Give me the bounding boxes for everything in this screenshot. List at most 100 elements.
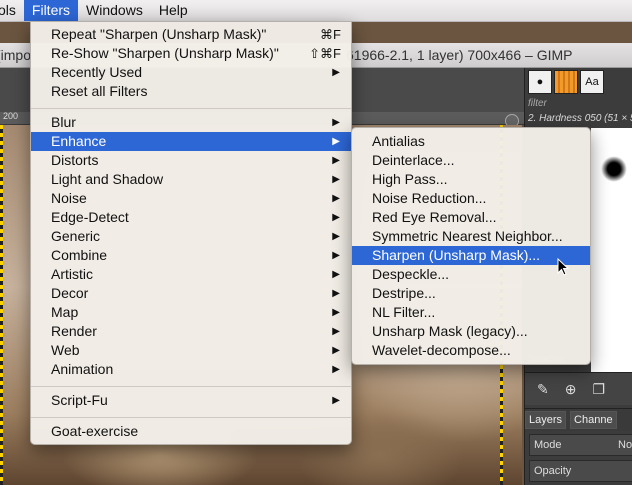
- mode-field[interactable]: Mode Nor: [529, 434, 632, 456]
- brush-preview[interactable]: [601, 156, 627, 182]
- menu-item-label: High Pass...: [372, 171, 448, 187]
- menu-item-label: Goat-exercise: [51, 423, 139, 439]
- submenu-arrow-icon: ▶: [332, 136, 340, 147]
- mode-label: Mode: [534, 439, 562, 451]
- menu-item-label: Edge-Detect: [51, 209, 129, 225]
- submenu-arrow-icon: ▶: [332, 269, 340, 280]
- dock-tabs: ● Aa: [525, 70, 632, 94]
- edit-icon[interactable]: ✎: [537, 381, 549, 398]
- menu-item-light-and-shadow[interactable]: Light and Shadow ▶: [31, 170, 351, 189]
- submenu-arrow-icon: ▶: [332, 155, 340, 166]
- menu-item-label: Light and Shadow: [51, 171, 164, 187]
- submenu-arrow-icon: ▶: [332, 231, 340, 242]
- menu-item-unsharp-mask-legacy[interactable]: Unsharp Mask (legacy)...: [352, 322, 590, 341]
- menu-item-enhance[interactable]: Enhance ▶: [31, 132, 351, 151]
- menu-item-blur[interactable]: Blur ▶: [31, 113, 351, 132]
- menu-separator: [31, 417, 351, 418]
- menu-item-label: Repeat "Sharpen (Unsharp Mask)": [51, 26, 267, 42]
- menu-item-antialias[interactable]: Antialias: [352, 132, 590, 151]
- menu-item-symmetric-nearest-neighbor[interactable]: Symmetric Nearest Neighbor...: [352, 227, 590, 246]
- menu-item-artistic[interactable]: Artistic ▶: [31, 265, 351, 284]
- submenu-arrow-icon: ▶: [332, 117, 340, 128]
- brush-icon[interactable]: ●: [528, 70, 552, 94]
- new-icon[interactable]: ⊕: [565, 381, 577, 398]
- menu-item-label: NL Filter...: [372, 304, 436, 320]
- menu-item-label: Decor: [51, 285, 89, 301]
- submenu-arrow-icon: ▶: [332, 174, 340, 185]
- tab-channels[interactable]: Channe: [570, 411, 617, 429]
- submenu-arrow-icon: ▶: [332, 364, 340, 375]
- menu-tools[interactable]: ols: [0, 0, 24, 21]
- menu-item-repeat[interactable]: Repeat "Sharpen (Unsharp Mask)" ⌘F: [31, 25, 351, 44]
- menu-item-recently-used[interactable]: Recently Used ▶: [31, 63, 351, 82]
- menu-item-web[interactable]: Web ▶: [31, 341, 351, 360]
- menu-item-wavelet-decompose[interactable]: Wavelet-decompose...: [352, 341, 590, 360]
- menu-item-high-pass[interactable]: High Pass...: [352, 170, 590, 189]
- menu-filters[interactable]: Filters: [23, 0, 79, 21]
- submenu-arrow-icon: ▶: [332, 288, 340, 299]
- menu-item-nl-filter[interactable]: NL Filter...: [352, 303, 590, 322]
- menu-item-deinterlace[interactable]: Deinterlace...: [352, 151, 590, 170]
- pattern-icon[interactable]: [554, 70, 578, 94]
- menu-item-edge-detect[interactable]: Edge-Detect ▶: [31, 208, 351, 227]
- menu-item-label: Map: [51, 304, 79, 320]
- filters-menu: Repeat "Sharpen (Unsharp Mask)" ⌘F Re-Sh…: [30, 21, 352, 445]
- menu-item-noise-reduction[interactable]: Noise Reduction...: [352, 189, 590, 208]
- shortcut-label: ⌘F: [320, 27, 341, 42]
- menu-item-reshow[interactable]: Re-Show "Sharpen (Unsharp Mask)" ⇧⌘F: [31, 44, 351, 63]
- submenu-arrow-icon: ▶: [332, 250, 340, 261]
- menu-item-label: Distorts: [51, 152, 99, 168]
- menu-item-distorts[interactable]: Distorts ▶: [31, 151, 351, 170]
- brush-name: 2. Hardness 050 (51 × 5: [528, 113, 632, 124]
- menu-item-destripe[interactable]: Destripe...: [352, 284, 590, 303]
- menu-item-render[interactable]: Render ▶: [31, 322, 351, 341]
- duplicate-icon[interactable]: ❐: [592, 381, 605, 398]
- menu-help[interactable]: Help: [151, 0, 196, 21]
- menu-item-label: Render: [51, 323, 97, 339]
- menu-item-label: Re-Show "Sharpen (Unsharp Mask)": [51, 45, 279, 61]
- menu-item-script-fu[interactable]: Script-Fu ▶: [31, 391, 351, 410]
- mode-value[interactable]: Nor: [618, 435, 632, 455]
- shortcut-label: ⇧⌘F: [309, 46, 341, 61]
- window-title: 61966-2.1, 1 layer) 700x466 – GIMP: [346, 47, 573, 63]
- menu-item-animation[interactable]: Animation ▶: [31, 360, 351, 379]
- enhance-submenu: Antialias Deinterlace... High Pass... No…: [351, 127, 591, 365]
- layers-tabs: Layers Channe: [525, 408, 632, 431]
- submenu-arrow-icon: ▶: [332, 395, 340, 406]
- menu-item-generic[interactable]: Generic ▶: [31, 227, 351, 246]
- menu-item-label: Enhance: [51, 133, 107, 149]
- menu-item-label: Unsharp Mask (legacy)...: [372, 323, 528, 339]
- submenu-arrow-icon: ▶: [332, 67, 340, 78]
- menu-item-label: Recently Used: [51, 64, 143, 80]
- menu-item-map[interactable]: Map ▶: [31, 303, 351, 322]
- menu-item-label: Destripe...: [372, 285, 436, 301]
- menu-separator: [31, 108, 351, 109]
- menu-item-label: Noise: [51, 190, 87, 206]
- tab-layers[interactable]: Layers: [525, 411, 567, 429]
- submenu-arrow-icon: ▶: [332, 307, 340, 318]
- menu-item-reset-all[interactable]: Reset all Filters: [31, 82, 351, 101]
- font-icon[interactable]: Aa: [580, 70, 604, 94]
- menu-item-label: Blur: [51, 114, 76, 130]
- brush-actions: ✎ ⊕ ❐: [525, 372, 632, 405]
- menu-windows[interactable]: Windows: [78, 0, 151, 21]
- submenu-arrow-icon: ▶: [332, 345, 340, 356]
- menu-item-combine[interactable]: Combine ▶: [31, 246, 351, 265]
- menu-item-label: Noise Reduction...: [372, 190, 487, 206]
- opacity-label: Opacity: [534, 465, 572, 477]
- menu-item-goat-exercise[interactable]: Goat-exercise: [31, 422, 351, 441]
- menu-item-decor[interactable]: Decor ▶: [31, 284, 351, 303]
- mouse-pointer-icon: [557, 258, 569, 276]
- menu-item-label: Antialias: [372, 133, 425, 149]
- menu-item-label: Animation: [51, 361, 114, 377]
- menu-item-label: Despeckle...: [372, 266, 450, 282]
- menu-item-red-eye-removal[interactable]: Red Eye Removal...: [352, 208, 590, 227]
- menu-item-sharpen-unsharp-mask[interactable]: Sharpen (Unsharp Mask)...: [352, 246, 590, 265]
- menu-separator: [31, 386, 351, 387]
- layer-boundary-left: [0, 125, 3, 485]
- menu-item-label: Deinterlace...: [372, 152, 455, 168]
- menu-item-noise[interactable]: Noise ▶: [31, 189, 351, 208]
- opacity-field[interactable]: Opacity: [529, 460, 632, 482]
- brush-filter-input[interactable]: filter: [528, 98, 628, 112]
- menu-item-despeckle[interactable]: Despeckle...: [352, 265, 590, 284]
